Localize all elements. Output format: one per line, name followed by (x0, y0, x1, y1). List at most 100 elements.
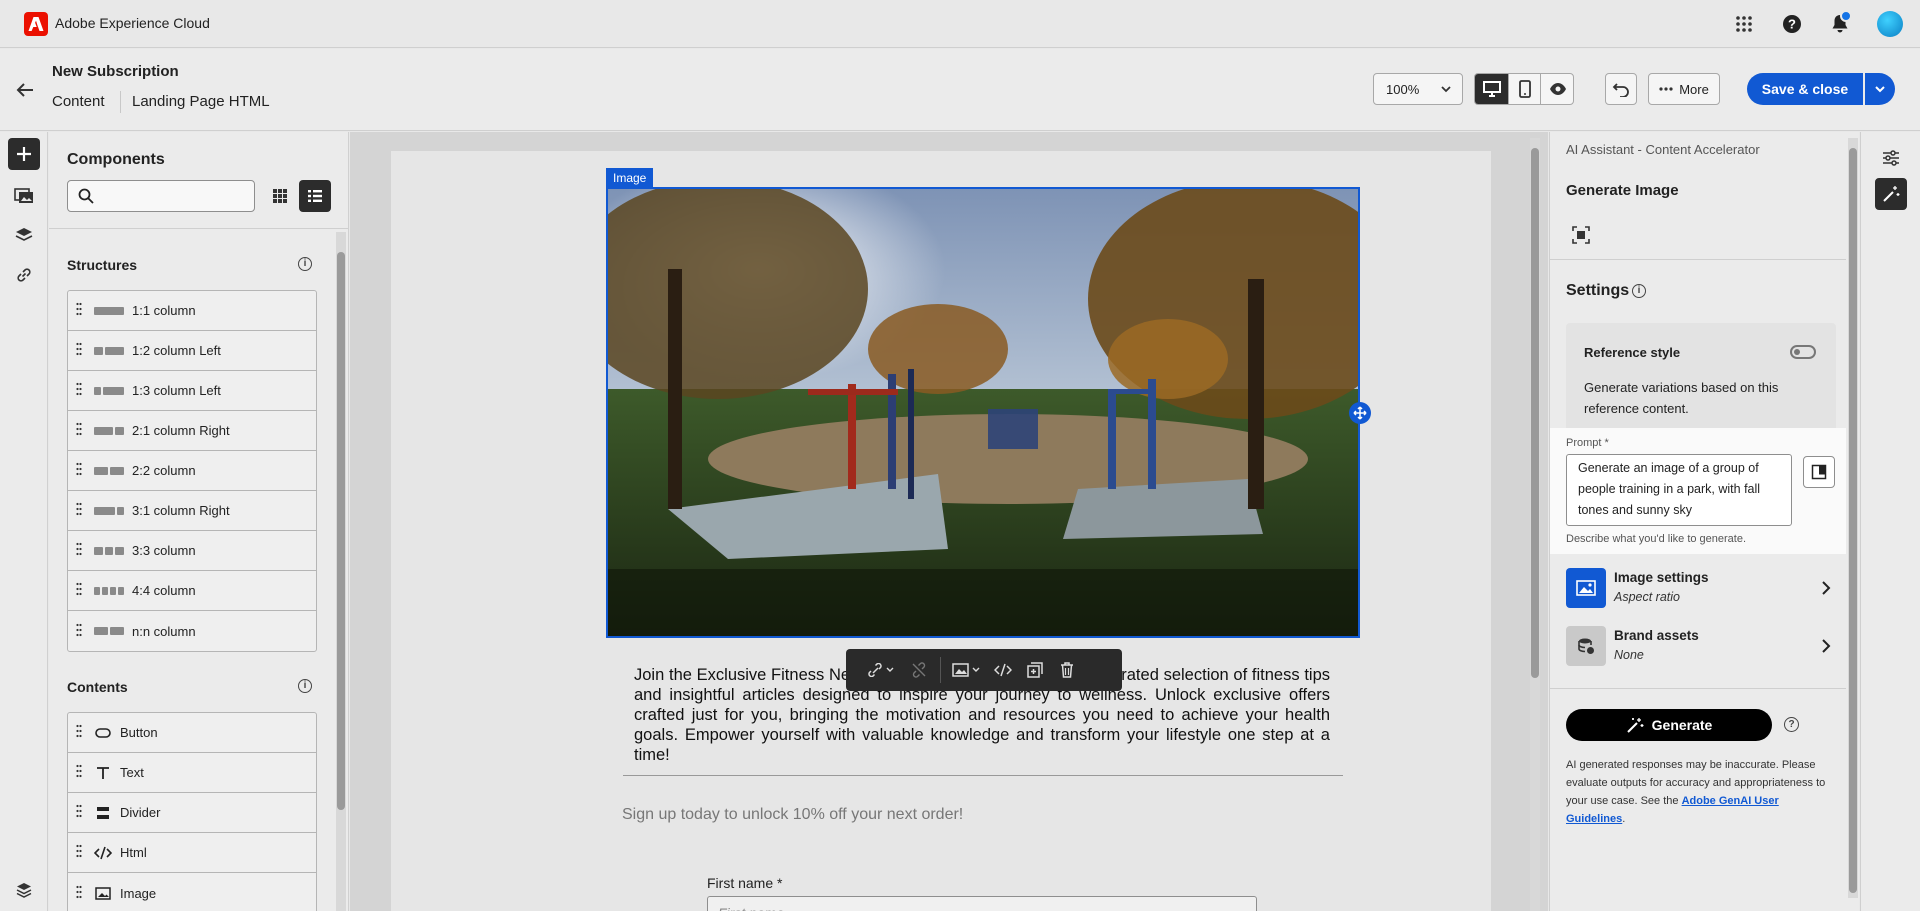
prompt-library-button[interactable] (1803, 456, 1835, 488)
help-icon[interactable]: ? (1784, 717, 1799, 732)
html-icon (94, 846, 112, 860)
content-item[interactable]: Divider (68, 793, 316, 833)
drag-handle-icon[interactable] (76, 804, 82, 821)
content-item[interactable]: Button (68, 713, 316, 753)
ai-assistant-button[interactable] (1875, 178, 1907, 210)
bottom-layers-button[interactable] (8, 874, 40, 906)
content-item[interactable]: Text (68, 753, 316, 793)
drag-handle-icon[interactable] (76, 422, 82, 439)
structure-item[interactable]: 2:2 column (68, 451, 316, 491)
more-button[interactable]: More (1648, 73, 1720, 105)
fit-frame-icon[interactable] (1572, 226, 1590, 244)
canvas-scrollbar[interactable] (1530, 138, 1540, 911)
add-components-button[interactable] (8, 138, 40, 170)
breadcrumb-landing-page[interactable]: Landing Page HTML (132, 93, 270, 110)
structure-item[interactable]: 1:3 column Left (68, 371, 316, 411)
adobe-logo[interactable] (24, 12, 48, 36)
drag-handle-icon[interactable] (76, 542, 82, 559)
content-item[interactable]: Image (68, 873, 316, 911)
mobile-view-button[interactable] (1508, 74, 1541, 104)
structure-item[interactable]: 3:3 column (68, 531, 316, 571)
desktop-icon (1482, 81, 1501, 97)
scrollbar-thumb[interactable] (337, 252, 345, 810)
components-search-input[interactable] (67, 180, 255, 212)
assets-button[interactable] (8, 179, 40, 211)
structure-item[interactable]: 2:1 column Right (68, 411, 316, 451)
settings-panel-button[interactable] (1875, 142, 1907, 174)
landing-page: Image Join the Exclusive Fitness curated… (391, 151, 1491, 911)
prompt-label: Prompt * (1566, 437, 1609, 449)
info-icon[interactable]: i (298, 257, 312, 271)
eye-icon (1549, 83, 1566, 95)
structure-layout-icon (94, 466, 124, 475)
save-options-button[interactable] (1865, 73, 1895, 105)
desktop-view-button[interactable] (1475, 74, 1508, 104)
info-icon[interactable]: i (1632, 284, 1646, 298)
structure-item[interactable]: 1:2 column Left (68, 331, 316, 371)
first-name-field[interactable]: First name (707, 896, 1257, 911)
help-icon[interactable]: ? (1780, 12, 1804, 36)
structure-item[interactable]: 1:1 column (68, 291, 316, 331)
structure-layout-icon (94, 386, 124, 395)
promo-text[interactable]: Sign up today to unlock 10% off your nex… (622, 806, 963, 824)
undo-button[interactable] (1605, 73, 1637, 105)
drag-handle-icon[interactable] (76, 382, 82, 399)
back-arrow-icon[interactable] (14, 79, 36, 101)
drag-handle-icon[interactable] (76, 582, 82, 599)
ai-panel-scrollbar[interactable] (1848, 138, 1858, 898)
avatar[interactable] (1877, 11, 1903, 37)
delete-button[interactable] (1051, 649, 1083, 691)
prompt-section: Prompt * Generate an image of a group of… (1550, 428, 1846, 554)
prompt-textarea[interactable]: Generate an image of a group of people t… (1566, 454, 1792, 526)
drag-handle-icon[interactable] (76, 844, 82, 861)
drag-handle-icon[interactable] (76, 462, 82, 479)
list-view-button[interactable] (299, 180, 331, 212)
first-name-label: First name * (707, 875, 783, 891)
structure-item[interactable]: n:n column (68, 611, 316, 651)
scrollbar-thumb[interactable] (1849, 148, 1857, 893)
drag-handle-icon[interactable] (76, 764, 82, 781)
scrollbar-thumb[interactable] (1531, 148, 1539, 678)
drag-handle-icon[interactable] (76, 342, 82, 359)
structure-layout-icon (94, 627, 124, 635)
brand-assets-row[interactable]: Brand assets None (1566, 626, 1836, 668)
link-dropdown-button[interactable] (858, 649, 904, 691)
preview-button[interactable] (1541, 74, 1573, 104)
structure-item[interactable]: 4:4 column (68, 571, 316, 611)
grid-view-button[interactable] (264, 180, 296, 212)
page-title: New Subscription (52, 63, 179, 80)
button-icon (94, 727, 112, 738)
hero-image[interactable] (606, 187, 1360, 638)
global-topbar: Adobe Experience Cloud ? (0, 0, 1920, 48)
drag-handle-icon[interactable] (76, 724, 82, 741)
image-options-button[interactable] (947, 649, 987, 691)
zoom-select[interactable]: 100% (1373, 73, 1463, 105)
structure-item[interactable]: 3:1 column Right (68, 491, 316, 531)
structure-label: 2:1 column Right (132, 423, 230, 438)
apps-grid-icon[interactable] (1732, 12, 1756, 36)
duplicate-button[interactable] (1019, 649, 1051, 691)
info-icon[interactable]: i (298, 679, 312, 693)
move-handle[interactable] (1349, 402, 1371, 424)
code-button[interactable] (987, 649, 1019, 691)
structure-layout-icon (94, 346, 124, 355)
more-icon (1659, 87, 1673, 91)
links-button[interactable] (8, 259, 40, 291)
breadcrumb-content[interactable]: Content (52, 93, 105, 110)
content-item[interactable]: Html (68, 833, 316, 873)
generate-button[interactable]: Generate (1566, 709, 1772, 741)
image-settings-row[interactable]: Image settings Aspect ratio (1566, 568, 1836, 610)
layers-button[interactable] (8, 219, 40, 251)
reference-style-toggle[interactable] (1790, 345, 1816, 359)
save-close-button[interactable]: Save & close (1747, 73, 1863, 105)
drag-handle-icon[interactable] (76, 885, 82, 902)
unlink-button[interactable] (904, 649, 934, 691)
components-scrollbar[interactable] (336, 232, 346, 911)
divider (1550, 259, 1846, 260)
svg-text:?: ? (1788, 17, 1796, 32)
drag-handle-icon[interactable] (76, 502, 82, 519)
divider-block[interactable] (623, 775, 1343, 776)
drag-handle-icon[interactable] (76, 623, 82, 640)
notification-badge (1840, 10, 1852, 22)
drag-handle-icon[interactable] (76, 302, 82, 319)
